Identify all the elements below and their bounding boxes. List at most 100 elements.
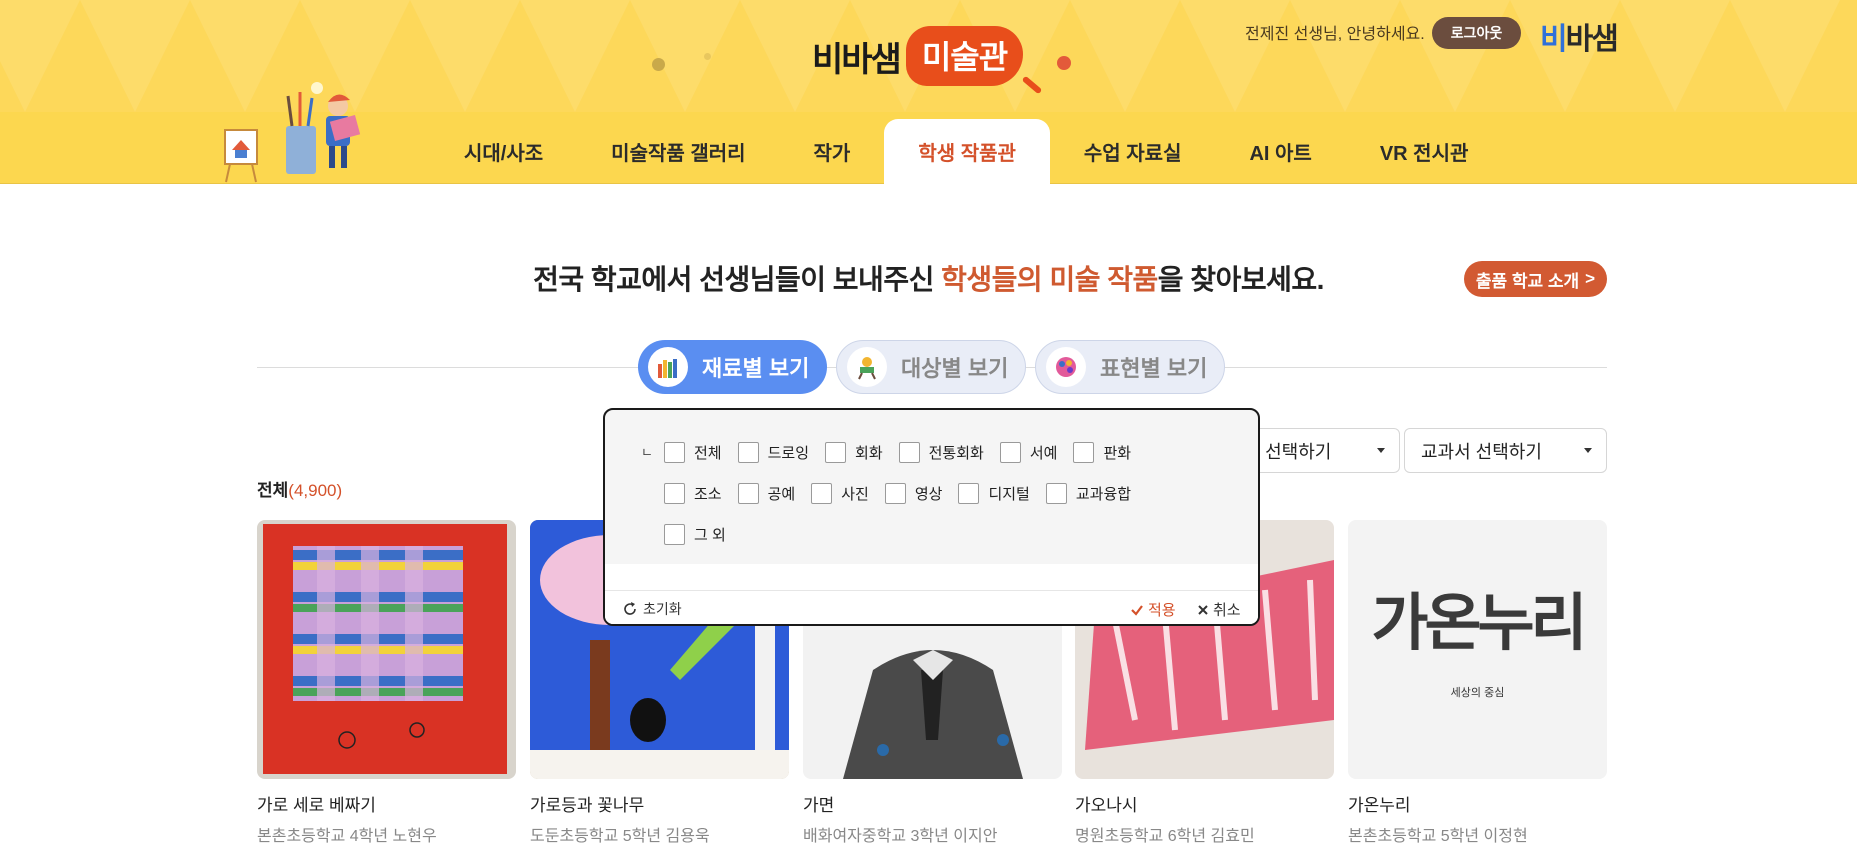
nav-item-student-works[interactable]: 학생 작품관 [884,119,1050,184]
option-label: 드로잉 [767,445,810,462]
artwork-author: 본촌초등학교 5학년 이정현 [1348,828,1528,845]
main-nav: 시대/사조 미술작품 갤러리 작가 학생 작품관 수업 자료실 AI 아트 VR… [430,118,1502,184]
option-label: 교과융합 [1075,486,1132,503]
artwork-card[interactable]: 가로 세로 베짜기 본촌초등학교 4학년 노현우 [257,520,516,846]
refresh-icon [624,602,636,615]
chevron-right-icon: > [1585,269,1596,288]
textbook-select[interactable]: 교과서 선택하기 [1404,428,1607,473]
option-label: 영상 [914,486,943,503]
checkbox[interactable] [737,442,759,463]
artwork-title: 가로등과 꽃나무 [530,796,645,815]
result-count: 전체(4,900) [257,476,342,501]
option-label: 조소 [694,486,722,503]
option-label: 사진 [841,486,869,503]
filter-option-photo[interactable]: 사진 [811,483,869,504]
artwork-thumbnail[interactable]: 가온누리 세상의 중심 [1348,520,1607,779]
checkbox[interactable] [664,524,685,545]
hero-text-after: 을 찾아보세요. [1157,264,1325,295]
material-filter-popup: ㄴ 전체 드로잉 회화 전통회화 서예 판화 조소 공예 사진 영상 디지털 교… [603,408,1260,626]
checkbox[interactable] [737,483,759,504]
tab-by-subject[interactable]: 대상별 보기 [836,340,1026,394]
nav-item-ai-art[interactable]: AI 아트 [1215,118,1345,184]
filter-option-digital[interactable]: 디지털 [958,483,1030,504]
vivasam-brand-logo[interactable]: 비바샘 [1540,14,1619,58]
result-count-label: 전체 [257,481,289,500]
reset-label: 초기화 [643,601,682,617]
checkbox[interactable] [1073,442,1095,463]
school-intro-button[interactable]: 출품 학교 소개 > [1464,261,1607,297]
option-label: 전체 [694,445,722,462]
filter-option-printmaking[interactable]: 판화 [1073,442,1131,463]
school-intro-label: 출품 학교 소개 [1475,271,1580,291]
filter-option-all[interactable]: 전체 [664,442,722,463]
artwork-author: 배화여자중학교 3학년 이지안 [803,828,998,845]
option-label: 디지털 [988,486,1030,503]
logo-badge: 미술관 [905,26,1024,86]
filter-row: 그 외 [664,524,742,545]
artwork-author: 명원초등학교 6학년 김효민 [1075,828,1255,845]
caret-down-icon [1584,448,1592,453]
logout-button[interactable]: 로그아웃 [1432,17,1521,49]
tab-by-expression-label: 표현별 보기 [1100,356,1208,381]
filter-option-drawing[interactable]: 드로잉 [737,442,810,463]
artwork-card[interactable]: 가온누리 세상의 중심 가온누리 본촌초등학교 5학년 이정현 [1348,520,1607,846]
option-label: 공예 [767,486,796,503]
cancel-button[interactable]: 취소 [1197,599,1241,620]
palette-icon [1046,347,1086,387]
brand-rest: 바샘 [1565,23,1619,56]
filter-row: 조소 공예 사진 영상 디지털 교과융합 [664,483,1147,504]
caret-down-icon [1377,448,1385,453]
tab-by-material[interactable]: 재료별 보기 [638,340,827,394]
nav-item-artist[interactable]: 작가 [780,118,885,184]
logo-word: 비바샘 [812,40,902,79]
nav-item-vr-exhibit[interactable]: VR 전시관 [1346,118,1503,184]
artwork-subtitle-lettering: 세상의 중심 [1450,687,1505,699]
option-label: 회화 [855,445,883,462]
filter-option-crafts[interactable]: 공예 [737,483,796,504]
artwork-title: 가오나시 [1075,796,1138,815]
artwork-title: 가로 세로 베짜기 [257,796,376,815]
hero-text-highlight: 학생들의 미술 작품 [941,264,1158,295]
artwork-title-lettering: 가온누리 [1371,586,1587,659]
filter-option-calligraphy[interactable]: 서예 [999,442,1058,463]
filter-row: 전체 드로잉 회화 전통회화 서예 판화 [664,442,1147,463]
option-label: 전통회화 [928,445,984,462]
reset-button[interactable]: 초기화 [622,599,682,619]
tab-by-expression[interactable]: 표현별 보기 [1035,340,1225,394]
checkbox[interactable] [1045,483,1067,504]
option-label: 판화 [1103,445,1132,462]
result-count-value: (4,900) [288,481,343,500]
mascot-illustration [224,82,361,183]
checkbox[interactable] [884,483,906,504]
checkbox[interactable] [811,483,833,504]
checkbox[interactable] [898,442,920,463]
nav-item-class-materials[interactable]: 수업 자료실 [1050,118,1216,184]
filter-option-sculpture[interactable]: 조소 [664,483,722,504]
apply-button[interactable]: 적용 [1130,599,1176,620]
easel-icon [847,347,887,387]
checkbox[interactable] [958,483,980,504]
filter-option-other[interactable]: 그 외 [664,524,726,545]
site-logo[interactable]: 비바샘 미술관 [812,24,1043,95]
filter-option-painting[interactable]: 회화 [825,442,883,463]
paint-supplies-icon [648,347,688,387]
filter-option-convergence[interactable]: 교과융합 [1045,483,1132,504]
checkbox[interactable] [999,442,1021,463]
decor-dot [652,58,665,71]
artwork-title: 가온누리 [1348,796,1411,815]
checkbox[interactable] [664,442,685,463]
checkbox[interactable] [664,483,685,504]
checkbox[interactable] [825,442,847,463]
filter-option-video[interactable]: 영상 [884,483,943,504]
user-greeting: 전제진 선생님, 안녕하세요. [1245,26,1425,43]
hero-text-before: 전국 학교에서 선생님들이 보내주신 [533,264,942,295]
filter-option-traditional-painting[interactable]: 전통회화 [898,442,984,463]
nav-item-era[interactable]: 시대/사조 [430,118,577,184]
textbook-select-value: 교과서 선택하기 [1421,441,1542,462]
nav-item-gallery[interactable]: 미술작품 갤러리 [577,118,779,184]
cancel-label: 취소 [1213,602,1241,619]
artwork-thumbnail[interactable] [257,520,516,779]
brand-first: 비 [1540,23,1568,56]
option-label: 그 외 [694,527,726,544]
option-label: 서예 [1029,445,1058,462]
